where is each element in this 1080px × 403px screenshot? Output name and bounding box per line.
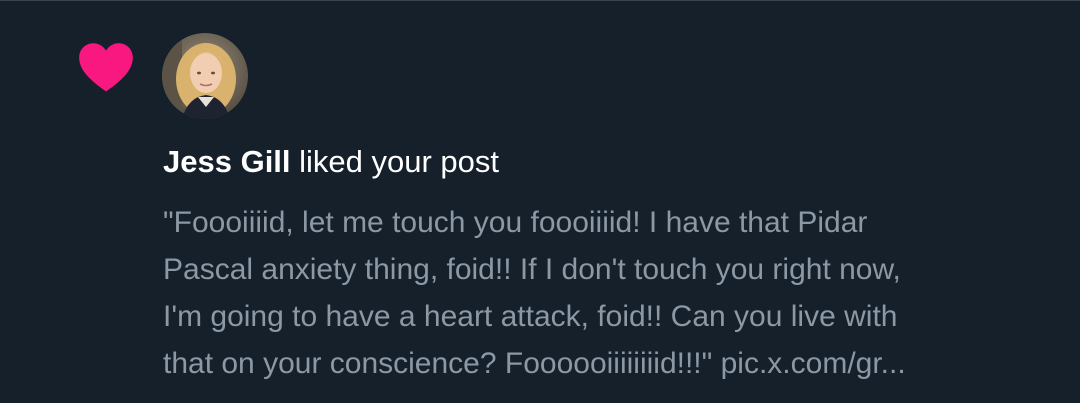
post-preview[interactable]: "Foooiiiid, let me touch you foooiiiid! … (163, 199, 1043, 387)
like-notification[interactable]: Jess Gill liked your post "Foooiiiid, le… (0, 0, 1080, 403)
post-text-line: "Foooiiiid, let me touch you foooiiiid! … (163, 206, 868, 239)
avatar-image (162, 33, 248, 119)
post-text-line: Pascal anxiety thing, foid!! If I don't … (163, 253, 901, 286)
notification-headline: Jess Gill liked your post (163, 141, 499, 183)
user-name[interactable]: Jess Gill (163, 144, 291, 179)
avatar[interactable] (162, 33, 248, 119)
post-text-line: I'm going to have a heart attack, foid!!… (163, 300, 898, 333)
heart-icon (79, 43, 133, 92)
action-text: liked your post (290, 144, 500, 179)
post-text-line: that on your conscience? Foooooiiiiiiiid… (163, 347, 906, 380)
